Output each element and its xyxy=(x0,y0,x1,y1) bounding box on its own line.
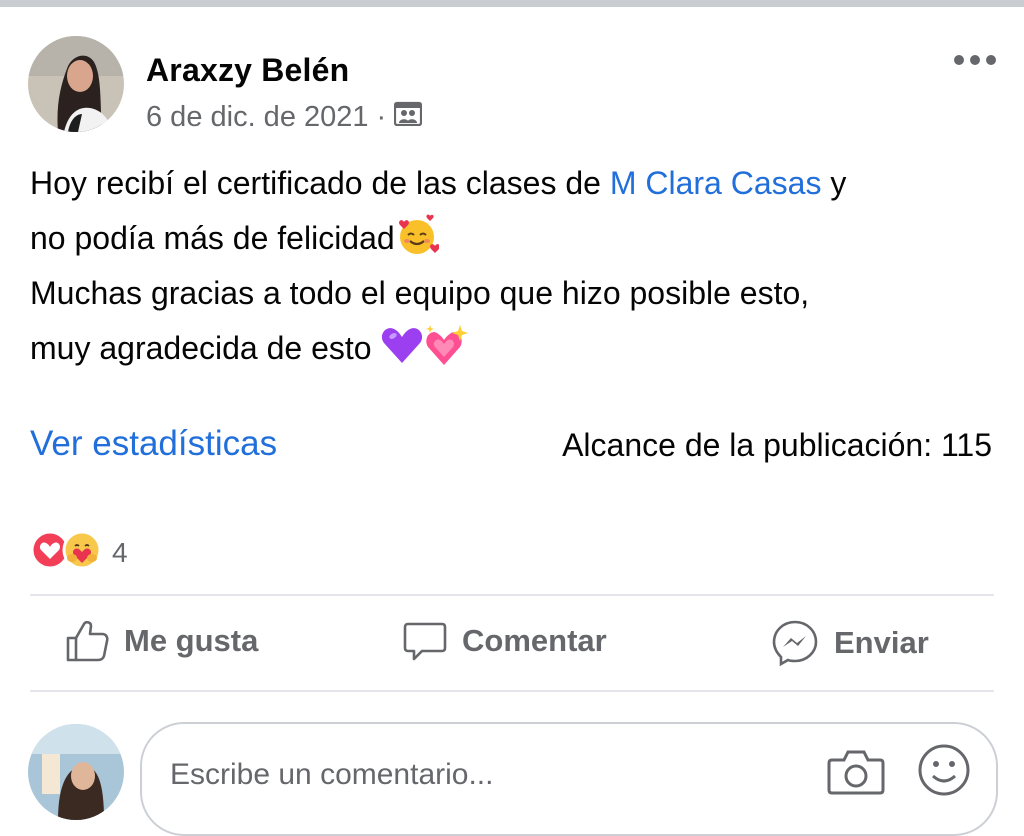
divider xyxy=(30,594,994,596)
comment-placeholder: Escribe un comentario... xyxy=(170,758,494,791)
post-line-1: Hoy recibí el certificado de las clases … xyxy=(30,165,847,201)
send-label: Enviar xyxy=(834,625,929,660)
author-name[interactable]: Araxzy Belén xyxy=(146,52,349,89)
more-options-icon[interactable] xyxy=(954,50,996,70)
send-button[interactable]: Enviar xyxy=(770,618,929,668)
current-user-avatar xyxy=(28,724,124,820)
post-meta: 6 de dic. de 2021 · xyxy=(146,100,423,134)
purple-heart-icon xyxy=(380,323,424,367)
care-icon xyxy=(62,530,102,575)
thumbs-up-icon xyxy=(66,620,109,662)
like-button[interactable]: Me gusta xyxy=(64,618,258,664)
messenger-icon xyxy=(772,620,818,667)
action-bar: Me gusta Comentar Enviar xyxy=(30,600,994,690)
comment-input[interactable]: Escribe un comentario... xyxy=(140,722,998,836)
comment-label: Comentar xyxy=(462,623,607,658)
comment-button[interactable]: Comentar xyxy=(402,618,607,664)
post-date[interactable]: 6 de dic. de 2021 xyxy=(146,101,369,134)
friends-icon xyxy=(394,100,423,134)
top-border xyxy=(0,0,1024,7)
post-reach: Alcance de la publicación: 115 xyxy=(562,427,992,463)
sparkling-heart-icon xyxy=(424,323,469,367)
post-line-3: Muchas gracias a todo el equipo que hizo… xyxy=(30,275,810,311)
post-line-2: no podía más de felicidad xyxy=(30,211,995,266)
emoji-icon[interactable] xyxy=(916,742,972,803)
mention-link[interactable]: M Clara Casas xyxy=(610,165,822,201)
like-label: Me gusta xyxy=(124,623,259,658)
post-body: Hoy recibí el certificado de las clases … xyxy=(30,156,995,376)
smiling-face-with-hearts-icon xyxy=(395,213,440,257)
post-line-4: muy agradecida de esto xyxy=(30,321,995,376)
meta-separator: · xyxy=(376,100,387,133)
comment-bubble-icon xyxy=(403,622,447,661)
divider xyxy=(30,690,994,692)
reactions-summary[interactable]: 4 xyxy=(30,530,128,575)
camera-icon[interactable] xyxy=(826,746,886,801)
author-avatar[interactable] xyxy=(28,36,124,132)
view-insights-link[interactable]: Ver estadísticas xyxy=(30,424,277,464)
reaction-count: 4 xyxy=(112,536,128,568)
